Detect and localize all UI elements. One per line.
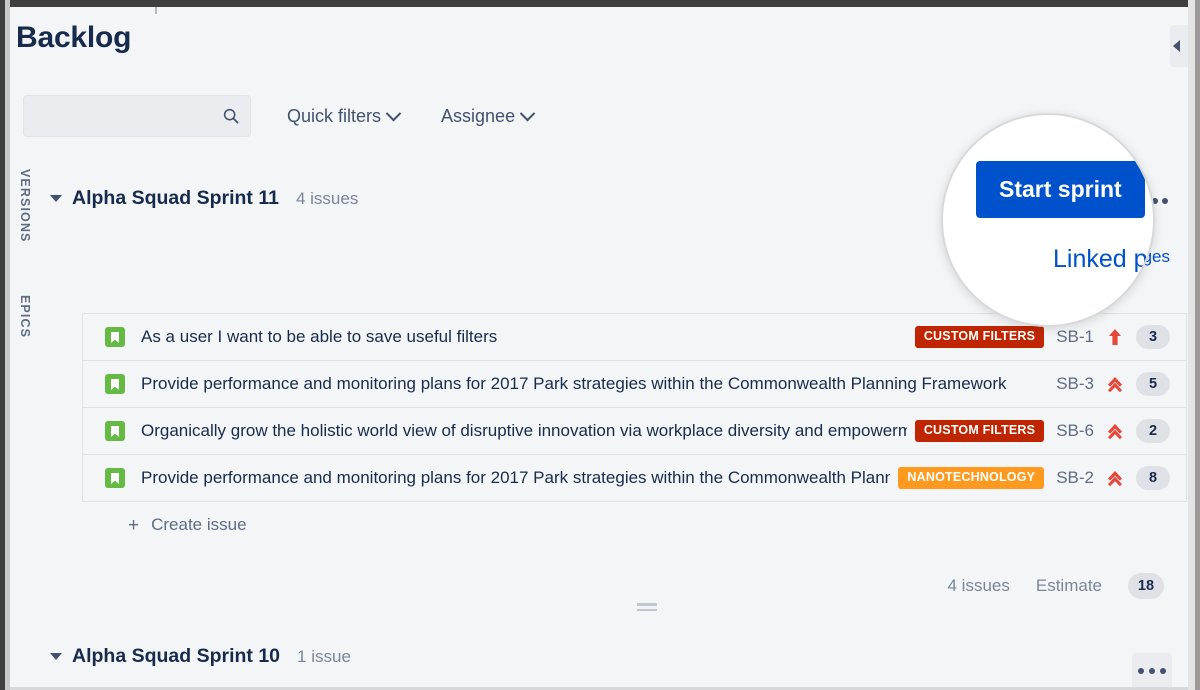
issue-key[interactable]: SB-2: [1056, 468, 1094, 488]
assignee-dropdown[interactable]: Assignee: [441, 106, 533, 127]
priority-highest-double-chevron-icon: [1106, 468, 1124, 488]
search-input[interactable]: [24, 96, 250, 136]
sprint-issue-count: 4 issues: [296, 189, 358, 209]
screenshot-root: Backlog Quick filters Assignee VERSIONS …: [0, 0, 1200, 690]
chevron-right-icon: [1173, 40, 1180, 52]
sprint-more-menu-button[interactable]: [1132, 653, 1172, 689]
epic-lozenge[interactable]: NANOTECHNOLOGY: [898, 467, 1044, 489]
story-bookmark-icon: [105, 374, 125, 394]
footer-issue-count: 4 issues: [947, 576, 1009, 596]
sidebar-collapse-button[interactable]: [1170, 25, 1188, 67]
sidebar-item-versions[interactable]: VERSIONS: [18, 169, 32, 242]
story-bookmark-icon: [105, 421, 125, 441]
sidebar-item-epics[interactable]: EPICS: [18, 295, 32, 338]
issue-list: As a user I want to be able to save usef…: [82, 313, 1187, 502]
sprint-name: Alpha Squad Sprint 10: [72, 645, 280, 668]
footer-estimate-label: Estimate: [1036, 576, 1102, 596]
resize-drag-handle[interactable]: [637, 603, 657, 611]
ellipsis-icon-dot: [1149, 668, 1155, 674]
issue-summary: Organically grow the holistic world view…: [141, 421, 907, 441]
priority-highest-double-chevron-icon: [1106, 421, 1124, 441]
ellipsis-icon-dot: [1138, 668, 1144, 674]
plus-icon: +: [128, 516, 139, 535]
issue-meta: NANOTECHNOLOGY SB-2 8: [898, 466, 1170, 490]
priority-highest-double-chevron-icon: [1106, 374, 1124, 394]
story-bookmark-icon: [105, 468, 125, 488]
magnified-linked-pages-link[interactable]: Linked pages: [1053, 245, 1155, 274]
issue-meta: SB-3 5: [1056, 372, 1170, 396]
backlog-page: Backlog Quick filters Assignee VERSIONS …: [10, 7, 1188, 690]
chevron-down-icon[interactable]: [50, 195, 62, 202]
table-row[interactable]: Provide performance and monitoring plans…: [83, 455, 1186, 502]
table-row[interactable]: Organically grow the holistic world view…: [83, 408, 1186, 455]
assignee-label: Assignee: [441, 106, 515, 127]
magnified-start-sprint-button[interactable]: Start sprint: [976, 161, 1145, 218]
issue-meta: CUSTOM FILTERS SB-1 3: [915, 325, 1170, 349]
sprint-header-10[interactable]: Alpha Squad Sprint 10 1 issue: [50, 645, 351, 668]
top-tick-mark: [155, 7, 157, 14]
table-row[interactable]: Provide performance and monitoring plans…: [83, 361, 1186, 408]
sprint-issue-count: 1 issue: [297, 647, 351, 667]
chevron-down-icon: [386, 105, 402, 121]
ellipsis-icon-dot: [1162, 198, 1168, 204]
magnifier-lens: Start sprint Linked pages: [941, 113, 1155, 327]
create-issue-button[interactable]: + Create issue: [128, 515, 247, 535]
estimate-badge[interactable]: 3: [1136, 325, 1170, 349]
estimate-badge[interactable]: 2: [1136, 419, 1170, 443]
chevron-down-icon[interactable]: [50, 653, 62, 660]
issue-key[interactable]: SB-3: [1056, 374, 1094, 394]
issue-key[interactable]: SB-1: [1056, 327, 1094, 347]
drag-handle-bar: [637, 609, 657, 612]
sprint-footer-summary: 4 issues Estimate 18: [947, 573, 1164, 599]
window-frame-left-dark: [0, 0, 5, 690]
issue-summary: Provide performance and monitoring plans…: [141, 374, 1048, 394]
search-box[interactable]: [23, 95, 251, 137]
quick-filters-label: Quick filters: [287, 106, 381, 127]
footer-estimate-badge: 18: [1128, 573, 1164, 599]
issue-summary: As a user I want to be able to save usef…: [141, 327, 907, 347]
page-title: Backlog: [16, 21, 131, 55]
quick-filters-dropdown[interactable]: Quick filters: [287, 106, 399, 127]
estimate-badge[interactable]: 5: [1136, 372, 1170, 396]
sprint-header-11[interactable]: Alpha Squad Sprint 11 4 issues: [50, 187, 358, 210]
priority-medium-up-arrow-icon: [1106, 327, 1124, 347]
epic-lozenge[interactable]: CUSTOM FILTERS: [915, 420, 1044, 442]
ellipsis-icon-dot: [1160, 668, 1166, 674]
window-frame-right: [1195, 0, 1200, 690]
issue-summary: Provide performance and monitoring plans…: [141, 468, 890, 488]
issue-meta: CUSTOM FILTERS SB-6 2: [915, 419, 1170, 443]
chevron-down-icon: [520, 105, 536, 121]
backlog-toolbar: Quick filters Assignee: [10, 95, 533, 137]
create-issue-label: Create issue: [151, 515, 246, 535]
window-frame-top: [0, 0, 1200, 7]
estimate-badge[interactable]: 8: [1136, 466, 1170, 490]
epic-lozenge[interactable]: CUSTOM FILTERS: [915, 326, 1044, 348]
drag-handle-bar: [637, 603, 657, 606]
sprint-name: Alpha Squad Sprint 11: [72, 187, 279, 210]
story-bookmark-icon: [105, 327, 125, 347]
issue-key[interactable]: SB-6: [1056, 421, 1094, 441]
